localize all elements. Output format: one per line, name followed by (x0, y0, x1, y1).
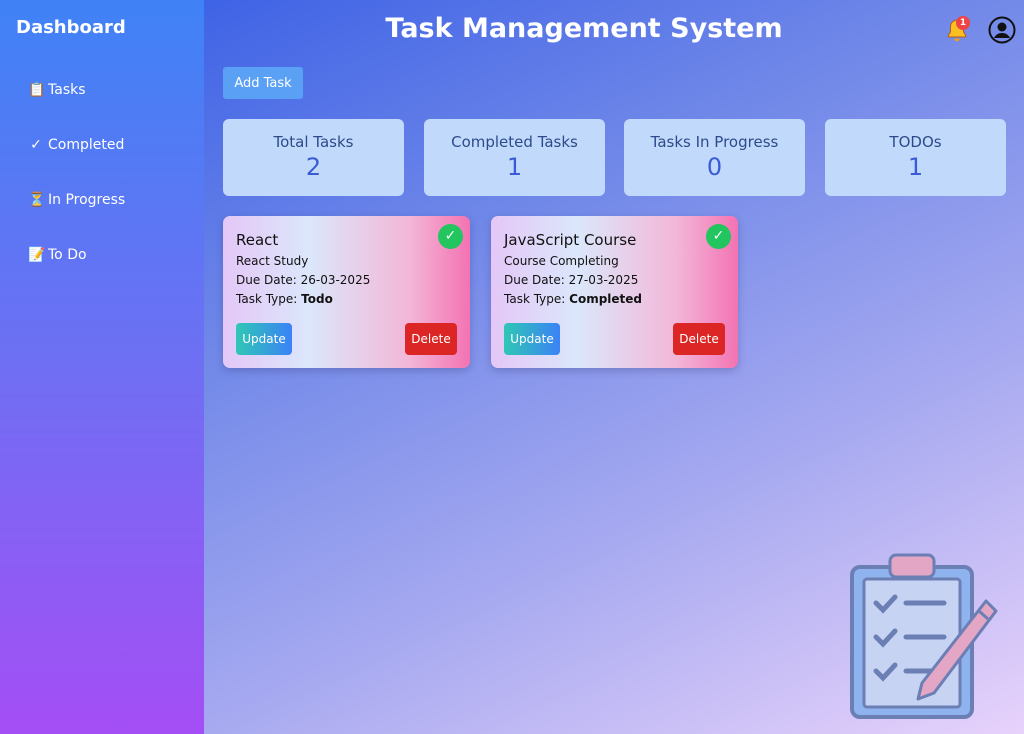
check-circle-icon: ✓ (438, 224, 463, 249)
sidebar-item-tasks[interactable]: 📋 Tasks (28, 82, 86, 98)
task-card: ✓ React React Study Due Date: 26-03-2025… (223, 216, 470, 368)
stat-card-in-progress: Tasks In Progress 0 (624, 119, 805, 196)
task-due-date: Due Date: 27-03-2025 (504, 273, 638, 287)
delete-button[interactable]: Delete (405, 323, 457, 355)
memo-icon: 📝 (28, 247, 46, 263)
delete-button[interactable]: Delete (673, 323, 725, 355)
sidebar: Dashboard 📋 Tasks ✓ Completed ⏳ In Progr… (0, 0, 204, 734)
task-description: Course Completing (504, 254, 619, 268)
stat-value: 1 (907, 153, 924, 181)
stat-label: TODOs (889, 133, 942, 151)
sidebar-item-in-progress[interactable]: ⏳ In Progress (28, 192, 125, 208)
stat-label: Tasks In Progress (650, 133, 779, 151)
due-date-value: 27-03-2025 (568, 273, 639, 287)
update-button[interactable]: Update (236, 323, 292, 355)
sidebar-item-label: To Do (48, 247, 87, 263)
stat-value: 1 (506, 153, 523, 181)
notification-badge: 1 (956, 16, 970, 30)
task-due-date: Due Date: 26-03-2025 (236, 273, 370, 287)
task-description: React Study (236, 254, 309, 268)
clipboard-illustration-icon (850, 553, 998, 719)
due-date-label: Due Date: (504, 273, 569, 287)
page-title: Task Management System (385, 13, 783, 44)
stat-value: 2 (305, 153, 322, 181)
task-type-value: Completed (569, 292, 643, 306)
sidebar-item-todo[interactable]: 📝 To Do (28, 247, 87, 263)
task-type-value: Todo (301, 292, 333, 306)
task-type-label: Task Type: (236, 292, 302, 306)
task-title: JavaScript Course (504, 231, 637, 249)
stat-label: Total Tasks (273, 133, 354, 151)
stat-card-total: Total Tasks 2 (223, 119, 404, 196)
sidebar-item-completed[interactable]: ✓ Completed (28, 137, 124, 153)
main-content: Task Management System 1 Add Task Total … (204, 0, 1024, 734)
sidebar-title: Dashboard (16, 17, 126, 38)
task-type: Task Type: Completed (504, 292, 642, 306)
stat-label: Completed Tasks (451, 133, 578, 151)
stat-card-todos: TODOs 1 (825, 119, 1006, 196)
user-avatar-icon[interactable] (988, 16, 1016, 44)
sidebar-item-label: Completed (48, 137, 125, 153)
task-title: React (236, 231, 279, 249)
clipboard-icon: 📋 (28, 82, 46, 98)
hourglass-icon: ⏳ (28, 192, 46, 208)
update-button[interactable]: Update (504, 323, 560, 355)
sidebar-item-label: Tasks (48, 82, 86, 98)
task-type: Task Type: Todo (236, 292, 333, 306)
due-date-value: 26-03-2025 (300, 273, 371, 287)
check-icon: ✓ (30, 137, 42, 153)
add-task-button[interactable]: Add Task (223, 67, 303, 99)
task-type-label: Task Type: (504, 292, 570, 306)
check-circle-icon: ✓ (706, 224, 731, 249)
task-card: ✓ JavaScript Course Course Completing Du… (491, 216, 738, 368)
stat-card-completed: Completed Tasks 1 (424, 119, 605, 196)
sidebar-item-label: In Progress (48, 192, 126, 208)
stat-value: 0 (706, 153, 723, 181)
due-date-label: Due Date: (236, 273, 301, 287)
